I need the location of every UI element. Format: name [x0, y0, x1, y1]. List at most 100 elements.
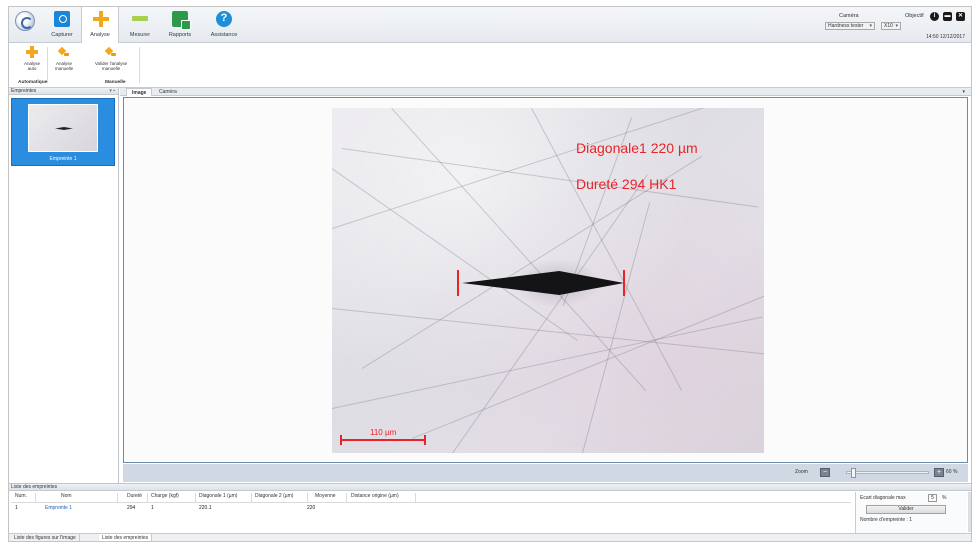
camera-label: Caméra — [839, 13, 859, 19]
ecart-input[interactable]: 5 — [928, 494, 937, 502]
zoom-bar: Zoom − + 60 % — [123, 464, 968, 482]
ecart-unit: % — [942, 495, 947, 501]
column-header[interactable]: Num. — [15, 493, 27, 501]
group-label-manuelle: Manuelle — [105, 80, 126, 85]
tab-camera[interactable]: Caméra — [154, 88, 182, 96]
table-cell: 294 — [127, 505, 136, 511]
scrollbar[interactable] — [968, 492, 971, 532]
table-cell: 220.1 — [199, 505, 212, 511]
main-toolbar: Capturer Analyse Mesurer Rapports Assist… — [9, 7, 971, 44]
surface-scratch — [332, 168, 578, 341]
analyse-manuelle-button[interactable]: Analyse manuelle — [49, 46, 79, 71]
scale-label: 110 µm — [370, 428, 397, 437]
table-cell: 220 — [307, 505, 316, 511]
analyse-auto-button[interactable]: Analyse auto — [17, 46, 47, 71]
zoom-percent: 60 % — [946, 469, 958, 475]
thumbnail-image — [28, 104, 98, 152]
column-divider — [251, 493, 252, 502]
panel-header: Liste des empreintes — [9, 484, 971, 491]
empreintes-list-panel: Liste des empreintes Num. Nom Dureté Cha… — [9, 483, 971, 534]
zoom-slider-thumb[interactable] — [851, 468, 856, 478]
tab-analyse[interactable]: Analyse — [81, 7, 119, 44]
tab-liste-figures[interactable]: Liste des figures sur l'image — [11, 534, 80, 541]
column-divider — [307, 493, 308, 502]
crosshair-icon — [93, 11, 109, 27]
micrograph-image[interactable]: Diagonale1 220 µm Dureté 294 HK1 110 µm — [332, 108, 764, 453]
minimize-icon[interactable]: ▬ — [943, 12, 952, 21]
indent-mark — [55, 127, 73, 130]
column-header[interactable]: Moyenne — [315, 493, 336, 501]
column-divider — [35, 493, 36, 502]
app-logo-icon[interactable] — [15, 11, 35, 31]
validate-analysis-icon — [105, 46, 117, 58]
image-canvas[interactable]: Diagonale1 220 µm Dureté 294 HK1 110 µm — [123, 97, 968, 463]
table-cell: 1 — [15, 505, 18, 511]
zoom-label: Zoom — [795, 469, 808, 475]
device-selector: Caméra Objectif Hardness tester ▾ X10 ▾ … — [815, 11, 965, 41]
manual-analysis-icon — [58, 46, 70, 58]
chevron-down-icon: ▾ — [895, 23, 898, 29]
close-icon[interactable]: ✕ — [956, 12, 965, 21]
image-panel: Image Caméra ▾ Diagonale1 220 µm Dureté … — [120, 88, 971, 483]
report-icon — [172, 11, 191, 30]
tab-image[interactable]: Image — [126, 88, 153, 96]
diagonal-start-marker[interactable] — [457, 270, 459, 296]
camera-icon — [54, 11, 70, 27]
table-cell: Empreinte 1 — [45, 505, 72, 511]
application-window: Capturer Analyse Mesurer Rapports Assist… — [8, 6, 972, 542]
tab-rapports[interactable]: Rapports — [161, 7, 199, 43]
thumbnail-label: Empreinte 1 — [49, 156, 77, 162]
objectif-select-value: X10 — [884, 23, 893, 29]
diagonal-end-marker[interactable] — [623, 270, 625, 296]
analyse-manuelle-label: Analyse manuelle — [54, 61, 74, 71]
tab-assistance[interactable]: Assistance — [205, 7, 243, 43]
diagonal-readout: Diagonale1 220 µm — [576, 140, 698, 156]
zoom-out-button[interactable]: − — [820, 468, 830, 477]
help-icon — [216, 11, 232, 27]
group-divider — [47, 47, 48, 83]
group-label-automatique: Automatique — [18, 80, 48, 85]
info-icon[interactable]: i — [930, 12, 939, 21]
column-header[interactable]: Distance origine (µm) — [351, 493, 399, 501]
timestamp: 14:50 12/12/2017 — [926, 34, 965, 40]
image-tabs: Image Caméra ▾ — [120, 88, 971, 96]
hardness-readout: Dureté 294 HK1 — [576, 176, 677, 192]
empreintes-panel: Empreintes ▾ ▪ Empreinte 1 — [9, 88, 119, 483]
auto-analysis-icon — [26, 46, 38, 58]
column-header[interactable]: Charge (kgf) — [151, 493, 179, 501]
empreinte-count: Nombre d'empreinte : 1 — [860, 517, 913, 523]
column-header[interactable]: Dureté — [127, 493, 142, 501]
column-divider — [195, 493, 196, 502]
valider-analyse-button[interactable]: Valider l'analyse manuelle — [89, 46, 133, 71]
table-cell: 1 — [151, 505, 154, 511]
valider-analyse-label: Valider l'analyse manuelle — [94, 61, 128, 71]
column-divider — [147, 493, 148, 502]
validation-panel: Ecart diagonale max 5 % Valider Nombre d… — [855, 492, 967, 534]
pin-icon[interactable]: ▾ ▪ — [109, 88, 115, 95]
tab-mesurer[interactable]: Mesurer — [121, 7, 159, 43]
objectif-select[interactable]: X10 ▾ — [881, 22, 901, 30]
empreinte-thumbnail[interactable]: Empreinte 1 — [11, 98, 115, 166]
tab-capturer[interactable]: Capturer — [43, 7, 81, 43]
camera-select[interactable]: Hardness tester ▾ — [825, 22, 875, 30]
tab-label: Mesurer — [129, 32, 151, 38]
column-divider — [117, 493, 118, 502]
surface-scratch — [332, 108, 764, 229]
column-header[interactable]: Nom — [61, 493, 72, 501]
column-header[interactable]: Diagonale 1 (µm) — [199, 493, 237, 501]
tab-liste-empreintes[interactable]: Liste des empreintes — [99, 534, 153, 541]
header-divider — [11, 502, 851, 503]
tab-label: Rapports — [168, 32, 192, 38]
chevron-down-icon[interactable]: ▾ — [962, 88, 965, 96]
tab-label: Assistance — [210, 32, 238, 38]
bottom-tabs: Liste des figures sur l'image Liste des … — [9, 533, 971, 541]
surface-scratch — [582, 201, 651, 453]
zoom-slider[interactable] — [846, 468, 929, 478]
valider-button[interactable]: Valider — [866, 505, 946, 514]
zoom-in-button[interactable]: + — [934, 468, 944, 477]
ruler-icon — [132, 16, 148, 21]
chevron-down-icon: ▾ — [869, 23, 872, 29]
scale-bar — [340, 435, 426, 445]
objectif-label: Objectif — [905, 13, 924, 19]
column-header[interactable]: Diagonale 2 (µm) — [255, 493, 293, 501]
